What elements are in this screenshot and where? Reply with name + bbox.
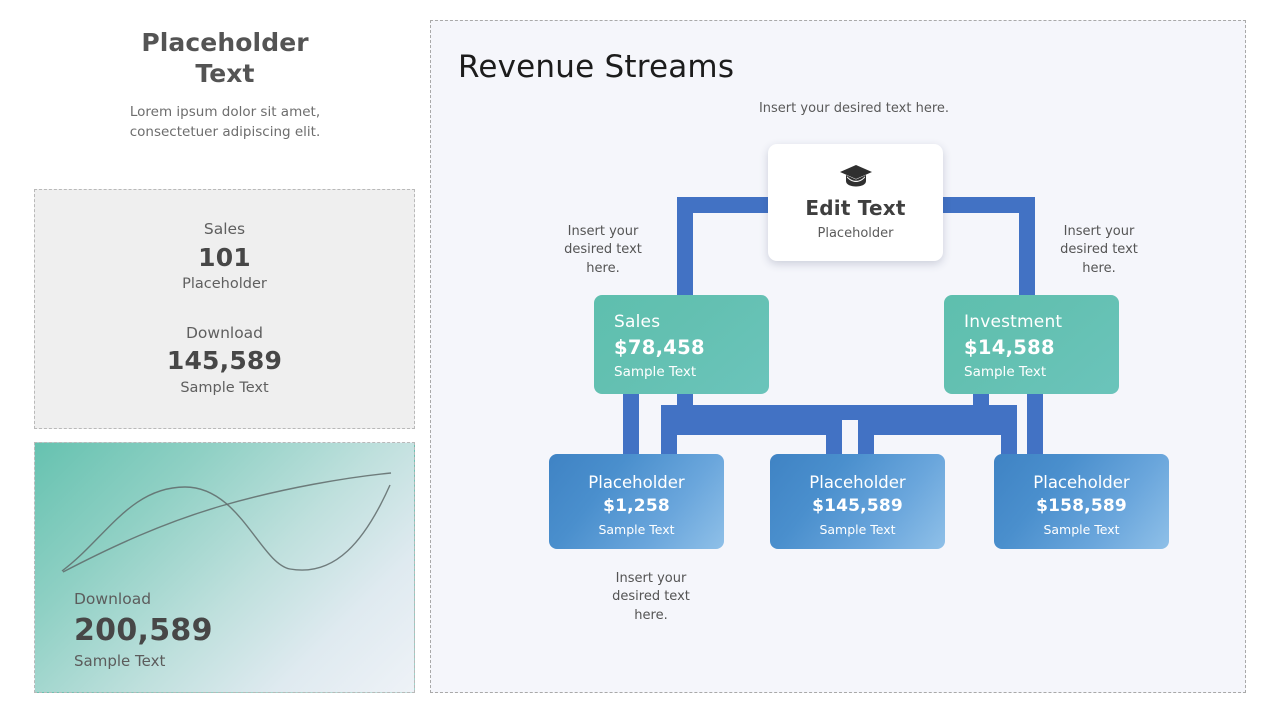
stat-block-sales: Sales 101 Placeholder [35, 218, 414, 296]
download-chart-card: Download 200,589 Sample Text [34, 442, 415, 693]
stat-label: Download [185, 324, 264, 342]
card-name: Placeholder [809, 473, 906, 492]
card-value: $1,258 [603, 496, 670, 517]
chart-value: 200,589 [74, 612, 213, 648]
card-value: $158,589 [1036, 496, 1127, 517]
card-sublabel: Sample Text [819, 521, 896, 537]
stat-value: 101 [198, 242, 251, 272]
chart-label: Download [74, 590, 152, 608]
slide-canvas: Placeholder Text Lorem ipsum dolor sit am… [0, 0, 1280, 720]
card-name: Sales [614, 312, 661, 332]
revenue-streams-panel: Revenue Streams Insert your desired text… [430, 20, 1246, 693]
stat-sublabel: Placeholder [182, 275, 267, 292]
blue-card-3[interactable]: Placeholder $158,589 Sample Text [994, 454, 1169, 549]
page-subtitle: Lorem ipsum dolor sit amet, consectetuer … [129, 104, 321, 140]
edit-text-sublabel: Placeholder [817, 226, 894, 241]
teal-card-investment[interactable]: Investment $14,588 Sample Text [944, 295, 1119, 394]
page-title: Placeholder Text [141, 28, 309, 88]
stat-label: Sales [203, 220, 246, 239]
stats-card: Sales 101 Placeholder Download 145,589 S… [34, 189, 415, 429]
chart-sublabel: Sample Text [74, 652, 166, 671]
card-sublabel: Sample Text [1043, 521, 1120, 537]
graduation-cap-icon [839, 164, 873, 188]
connector-lines [623, 197, 1043, 459]
blue-card-1[interactable]: Placeholder $1,258 Sample Text [549, 454, 724, 549]
left-column: Placeholder Text Lorem ipsum dolor sit am… [34, 28, 416, 693]
card-name: Investment [964, 312, 1063, 332]
teal-card-sales[interactable]: Sales $78,458 Sample Text [594, 295, 769, 394]
card-value: $78,458 [614, 335, 705, 359]
stat-value: 145,589 [166, 346, 283, 376]
edit-text-card[interactable]: Edit Text Placeholder [768, 144, 943, 261]
card-name: Placeholder [1033, 473, 1130, 492]
card-sublabel: Sample Text [598, 521, 675, 537]
note-left: Insert your desired text here. [564, 224, 642, 276]
card-sublabel: Sample Text [964, 364, 1047, 381]
card-name: Placeholder [588, 473, 685, 492]
note-bottom: Insert your desired text here. [612, 571, 690, 623]
chart-card-text: Download 200,589 Sample Text [74, 587, 213, 675]
note-right: Insert your desired text here. [1060, 224, 1138, 276]
card-sublabel: Sample Text [614, 364, 697, 381]
card-value: $14,588 [964, 335, 1055, 359]
stat-sublabel: Sample Text [180, 379, 269, 396]
stat-block-download: Download 145,589 Sample Text [35, 322, 414, 400]
blue-card-2[interactable]: Placeholder $145,589 Sample Text [770, 454, 945, 549]
edit-text-title: Edit Text [805, 196, 906, 220]
card-value: $145,589 [812, 496, 903, 517]
